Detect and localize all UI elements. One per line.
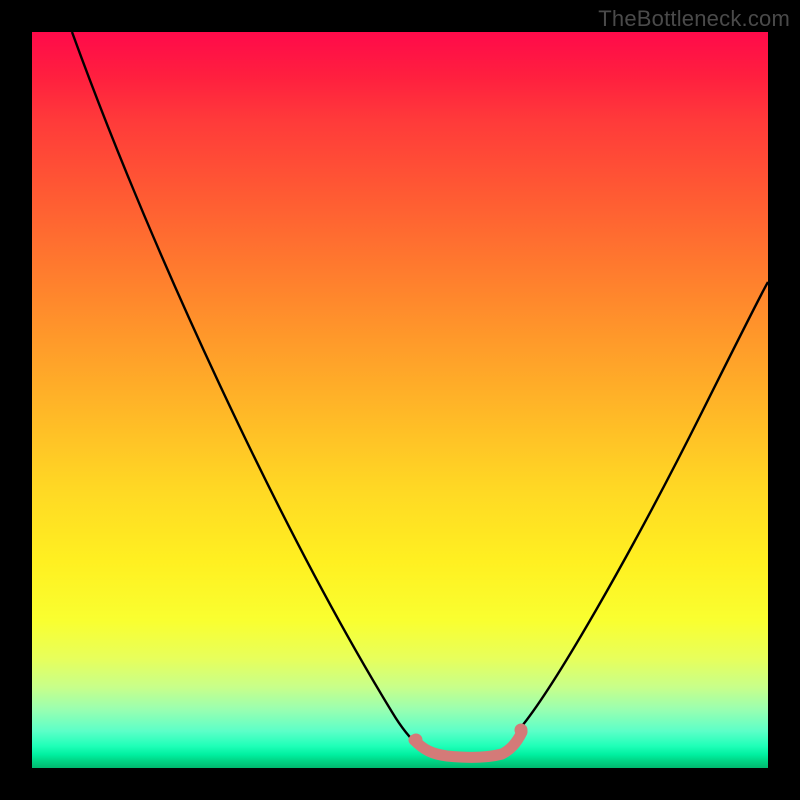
valley-right-dot	[515, 724, 528, 737]
curve-layer	[32, 32, 768, 768]
curve-left-arm	[72, 32, 420, 747]
curve-valley-floor	[414, 732, 522, 757]
curve-right-arm	[517, 282, 768, 732]
valley-left-dot	[410, 734, 423, 747]
chart-frame: TheBottleneck.com	[0, 0, 800, 800]
watermark-text: TheBottleneck.com	[598, 6, 790, 32]
plot-area	[32, 32, 768, 768]
